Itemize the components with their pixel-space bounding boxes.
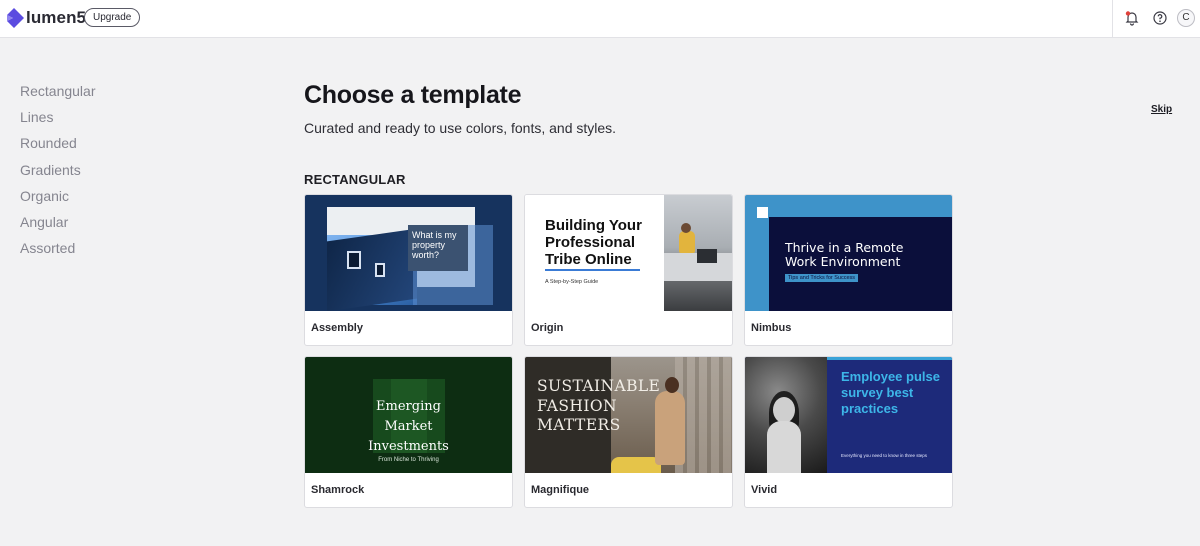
- thumbnail-underline: [545, 269, 640, 271]
- sidebar-item-assorted[interactable]: Assorted: [20, 239, 96, 265]
- app-name: lumen5: [26, 8, 87, 27]
- thumbnail-person: [679, 231, 695, 253]
- sidebar-item-rounded[interactable]: Rounded: [20, 134, 96, 160]
- logo[interactable]: lumen5: [5, 7, 86, 29]
- thumbnail-car: [611, 457, 661, 473]
- template-name: Magnifique: [531, 484, 590, 496]
- thumbnail-square: [757, 207, 768, 218]
- sidebar-item-angular[interactable]: Angular: [20, 213, 96, 239]
- thumbnail-window: [375, 263, 385, 277]
- thumbnail-person: [767, 421, 801, 473]
- thumbnail-laptop: [697, 249, 717, 263]
- sidebar-item-lines[interactable]: Lines: [20, 108, 96, 134]
- thumbnail-text: Emerging Market Investments: [368, 399, 449, 454]
- thumbnail-text: What is my property worth?: [408, 225, 468, 271]
- upgrade-button[interactable]: Upgrade: [84, 8, 141, 27]
- category-sidebar: Rectangular Lines Rounded Gradients Orga…: [20, 82, 96, 265]
- thumbnail-subtext: Everything you need to know in three ste…: [841, 453, 928, 458]
- thumbnail-building: [327, 228, 417, 311]
- template-thumbnail: Building Your Professional Tribe Online …: [525, 195, 732, 311]
- template-card-origin[interactable]: Building Your Professional Tribe Online …: [524, 194, 733, 346]
- lumen5-logo-icon: [7, 8, 24, 28]
- thumbnail-text: Building Your Professional Tribe Online: [545, 217, 642, 268]
- template-card-vivid[interactable]: Employee pulse survey best practices Eve…: [744, 356, 953, 508]
- template-card-shamrock[interactable]: Emerging Market Investments From Niche t…: [304, 356, 513, 508]
- template-card-assembly[interactable]: What is my property worth? Assembly: [304, 194, 513, 346]
- template-thumbnail: Emerging Market Investments From Niche t…: [305, 357, 512, 473]
- template-name: Assembly: [311, 322, 363, 334]
- skip-link[interactable]: Skip: [1151, 104, 1172, 115]
- template-name: Nimbus: [751, 322, 792, 334]
- thumbnail-subtext: Tips and Tricks for Success: [785, 274, 859, 282]
- thumbnail-window: [347, 251, 361, 269]
- template-card-magnifique[interactable]: SUSTAINABLE FASHION MATTERS Magnifique: [524, 356, 733, 508]
- thumbnail-subtext: From Niche to Thriving: [378, 457, 439, 463]
- thumbnail-accent-strip: [827, 357, 952, 360]
- template-thumbnail: Employee pulse survey best practices Eve…: [745, 357, 952, 473]
- help-icon[interactable]: [1152, 10, 1168, 26]
- top-bar-divider: [1112, 0, 1113, 38]
- section-title: RECTANGULAR: [304, 172, 406, 187]
- top-bar: lumen5 Upgrade C: [0, 0, 1200, 38]
- thumbnail-text: Thrive in a Remote Work Environment: [785, 240, 904, 269]
- thumbnail-text: SUSTAINABLE FASHION MATTERS: [537, 377, 661, 434]
- page-title: Choose a template: [304, 81, 522, 109]
- user-avatar[interactable]: C: [1177, 9, 1195, 27]
- notification-bell-icon[interactable]: [1124, 10, 1140, 26]
- thumbnail-subtext: A Step-by-Step Guide: [545, 279, 599, 285]
- template-thumbnail: SUSTAINABLE FASHION MATTERS: [525, 357, 732, 473]
- sidebar-item-gradients[interactable]: Gradients: [20, 161, 96, 187]
- page-subtitle: Curated and ready to use colors, fonts, …: [304, 120, 617, 136]
- template-name: Vivid: [751, 484, 778, 496]
- template-name: Shamrock: [311, 484, 365, 496]
- template-name: Origin: [531, 322, 564, 334]
- template-thumbnail: Thrive in a Remote Work Environment Tips…: [745, 195, 952, 311]
- sidebar-item-rectangular[interactable]: Rectangular: [20, 82, 96, 108]
- sidebar-item-organic[interactable]: Organic: [20, 187, 96, 213]
- template-card-nimbus[interactable]: Thrive in a Remote Work Environment Tips…: [744, 194, 953, 346]
- thumbnail-text: Employee pulse survey best practices: [841, 369, 940, 416]
- thumbnail-person-face: [773, 397, 795, 423]
- template-thumbnail: What is my property worth?: [305, 195, 512, 311]
- thumbnail-person: [655, 391, 685, 465]
- thumbnail-person-head: [681, 223, 691, 233]
- thumbnail-person-head: [665, 377, 679, 393]
